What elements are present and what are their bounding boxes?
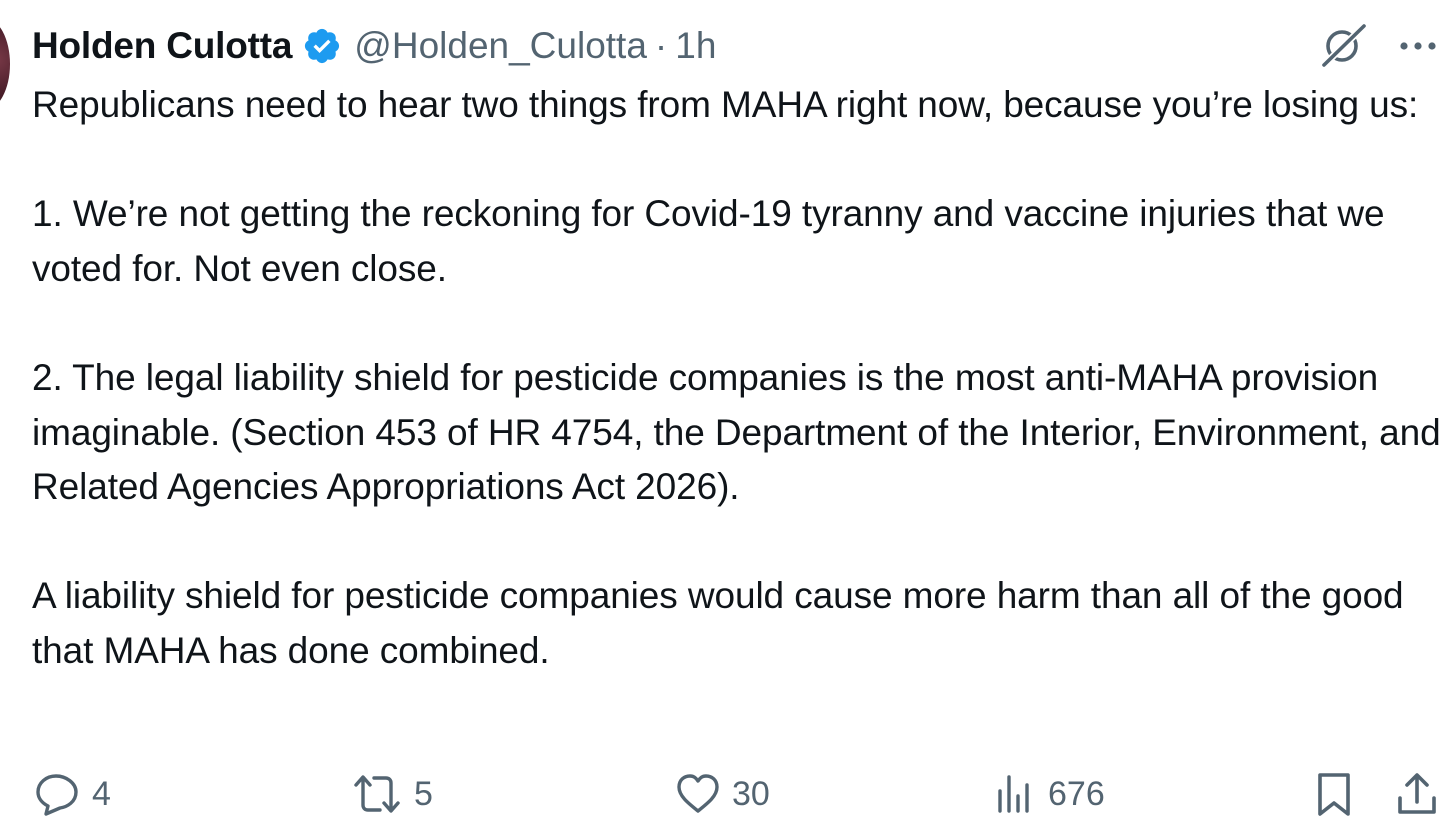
views-icon [994, 771, 1038, 817]
more-icon[interactable] [1396, 22, 1440, 70]
views-button[interactable]: 676 [994, 764, 1105, 824]
repost-count: 5 [414, 774, 433, 813]
avatar[interactable] [0, 18, 10, 110]
author-handle[interactable]: @Holden_Culotta [354, 25, 647, 67]
reply-icon [34, 771, 82, 817]
reply-count: 4 [92, 774, 111, 813]
tweet-header: Holden Culotta @Holden_Culotta · 1h [32, 22, 716, 70]
like-count: 30 [732, 774, 770, 813]
share-button[interactable] [1394, 764, 1440, 824]
views-count: 676 [1048, 774, 1105, 813]
action-bar: 4 5 30 676 [0, 764, 1456, 824]
verified-badge-icon[interactable] [302, 26, 342, 66]
repost-icon [350, 771, 404, 817]
like-button[interactable]: 30 [674, 764, 770, 824]
tweet-time[interactable]: 1h [675, 25, 716, 67]
bookmark-button[interactable] [1312, 764, 1356, 824]
author-name[interactable]: Holden Culotta [32, 25, 292, 67]
repost-button[interactable]: 5 [350, 764, 433, 824]
separator-dot: · [654, 25, 668, 66]
grok-icon[interactable] [1318, 22, 1370, 70]
share-icon [1394, 770, 1440, 818]
tweet-text: Republicans need to hear two things from… [32, 84, 1441, 671]
heart-icon [674, 771, 722, 817]
reply-button[interactable]: 4 [34, 764, 111, 824]
bookmark-icon [1312, 770, 1356, 818]
